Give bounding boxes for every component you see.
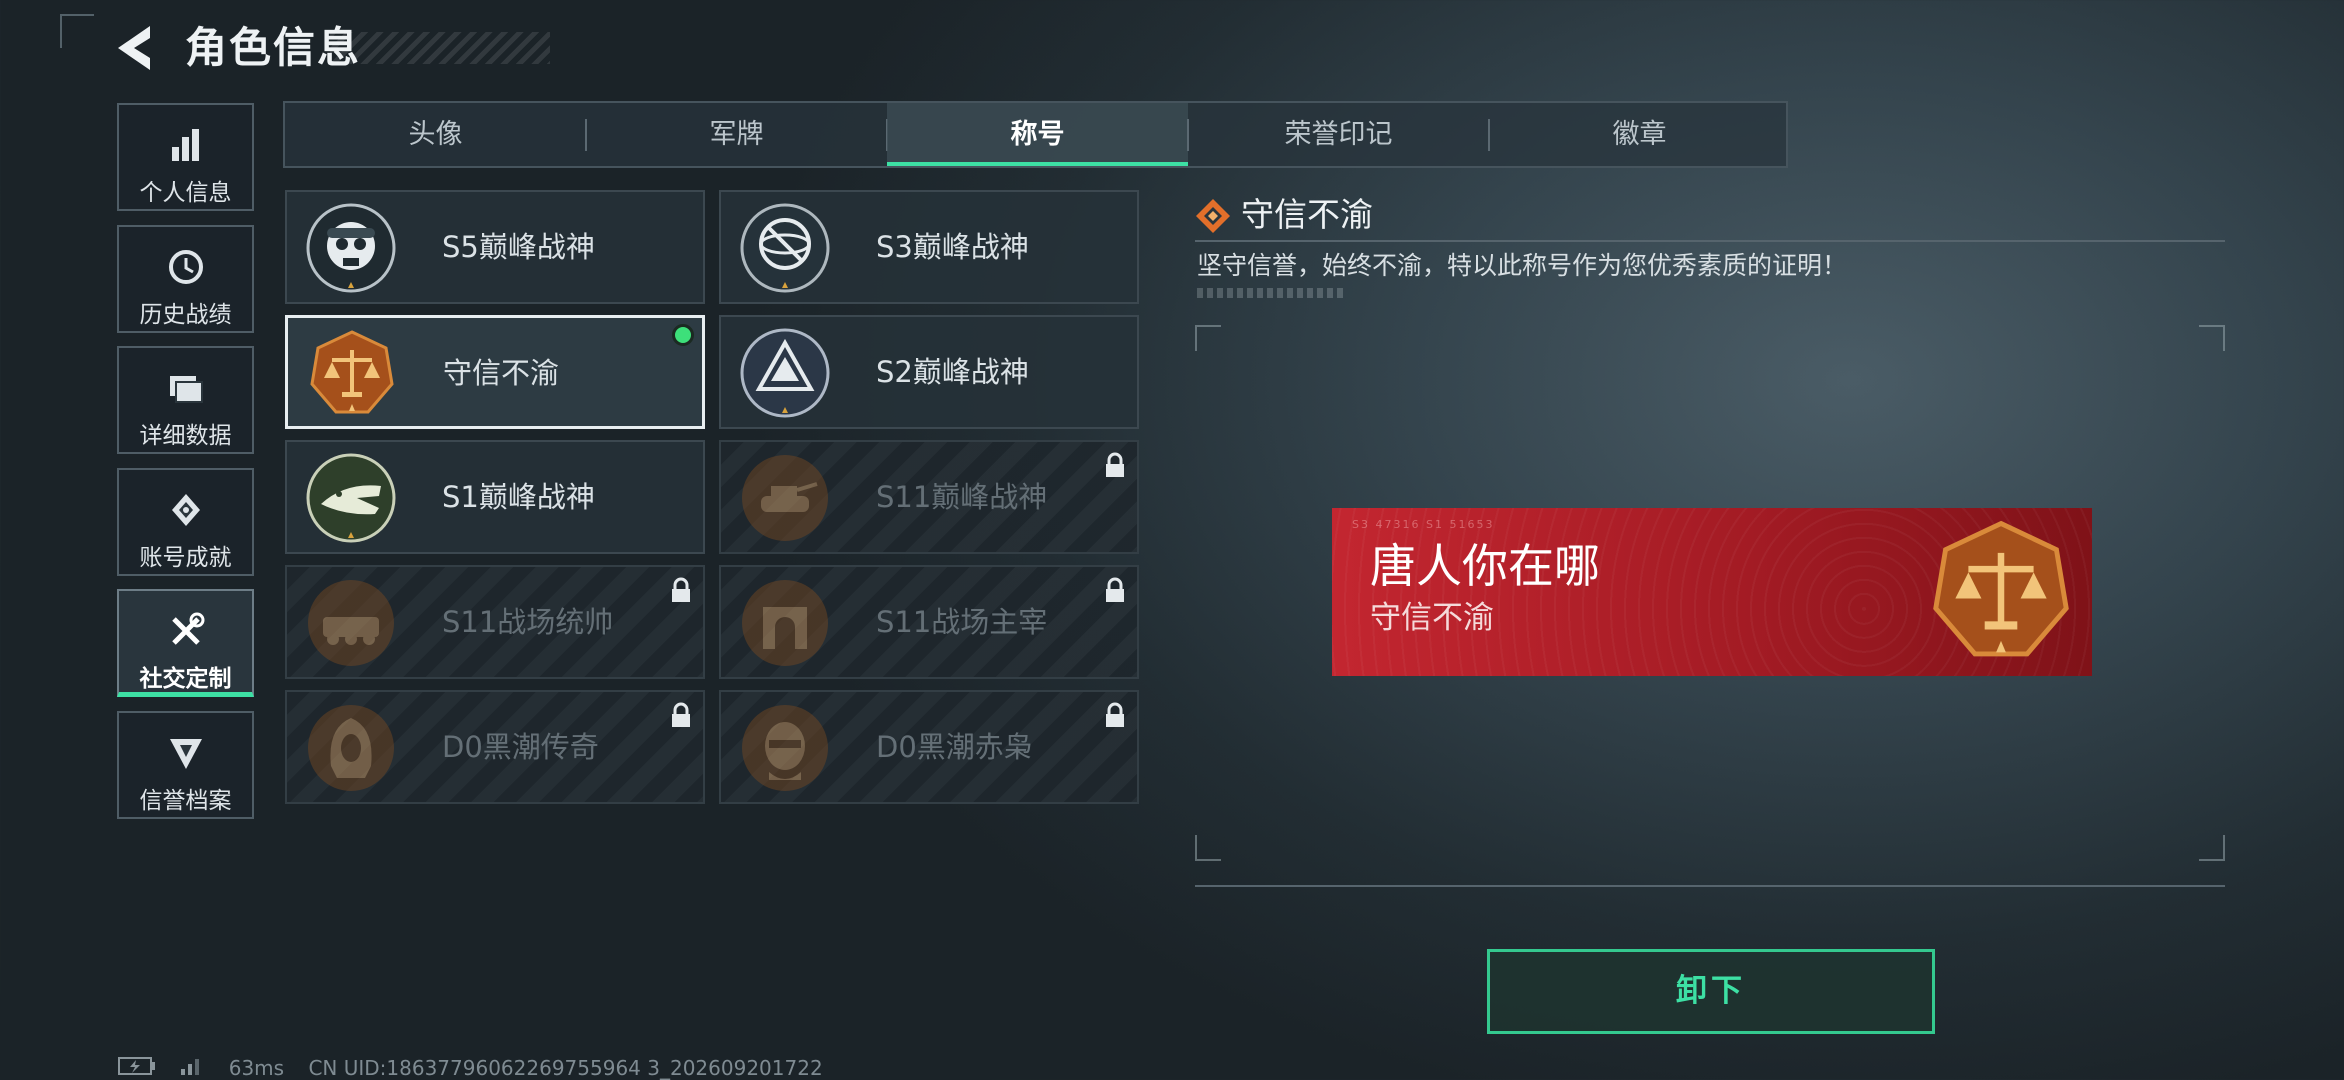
sidebar-item-label: 账号成就 (139, 545, 232, 571)
back-button[interactable] (112, 22, 164, 74)
title-name: S11巅峰战神 (876, 480, 1048, 514)
sidebar-item-social-custom[interactable]: 社交定制 (117, 589, 254, 697)
sidebar-item-label: 信誉档案 (139, 788, 232, 814)
lock-icon (1103, 577, 1127, 603)
tools-icon (171, 612, 204, 645)
scales-emblem-icon (306, 328, 398, 420)
sidebar-item-label: 个人信息 (139, 180, 232, 206)
scales-emblem-icon (1926, 516, 2076, 668)
preview-frame-corner (1195, 835, 1221, 861)
title-preview-banner: S3 47316 S1 51653 唐人你在哪 守信不渝 (1332, 508, 2092, 676)
skull-emblem-icon (305, 202, 397, 294)
preview-frame-corner (2199, 325, 2225, 351)
diamond-title-icon (1195, 198, 1231, 234)
title-name: D0黑潮赤枭 (876, 730, 1033, 764)
detail-title: 守信不渝 (1241, 195, 1373, 234)
title-card[interactable]: S2巅峰战神 (719, 315, 1139, 429)
tab-honor-mark[interactable]: 荣誉印记 (1188, 103, 1489, 166)
title-card[interactable]: S5巅峰战神 (285, 190, 705, 304)
tab-title[interactable]: 称号 (887, 103, 1188, 166)
title-name: S11战场统帅 (442, 605, 614, 639)
tab-avatar[interactable]: 头像 (285, 103, 586, 166)
chevron-left-icon (118, 26, 150, 70)
sidebar-item-personal-info[interactable]: 个人信息 (117, 103, 254, 211)
lock-icon (1103, 452, 1127, 478)
pyramid-emblem-icon (739, 327, 831, 419)
sidebar-item-label: 历史战绩 (139, 302, 232, 328)
signal-icon (180, 1056, 204, 1080)
detail-description: 坚守信誉，始终不渝，特以此称号作为您优秀素质的证明！ (1197, 251, 1848, 280)
uid-text: CN UID:18637796062269755964 3_2026092017… (308, 1056, 823, 1080)
tab-bar: 头像 军牌 称号 荣誉印记 徽章 (283, 101, 1788, 168)
banner-code: S3 47316 S1 51653 (1352, 518, 1495, 531)
title-card-locked[interactable]: S11战场统帅 (285, 565, 705, 679)
tab-dogtag[interactable]: 军牌 (586, 103, 887, 166)
title-name: 守信不渝 (443, 356, 560, 390)
lock-icon (669, 577, 693, 603)
title-card-locked[interactable]: D0黑潮传奇 (285, 690, 705, 804)
title-name: S1巅峰战神 (442, 480, 595, 514)
preview-frame-corner (1195, 325, 1221, 351)
equipped-indicator-icon (672, 324, 694, 346)
title-name: S11战场主宰 (876, 605, 1048, 639)
masked-figure-emblem-icon (739, 702, 831, 794)
achievement-badge-icon (171, 494, 200, 526)
title-name: S3巅峰战神 (876, 230, 1029, 264)
title-card[interactable]: S3巅峰战神 (719, 190, 1139, 304)
tank-emblem-icon (739, 452, 831, 544)
title-decoration (330, 32, 550, 64)
banner-title: 守信不渝 (1370, 600, 1494, 636)
title-name: S2巅峰战神 (876, 355, 1029, 389)
sidebar-item-label: 详细数据 (139, 423, 232, 449)
sidebar-item-detailed-data[interactable]: 详细数据 (117, 346, 254, 454)
lock-icon (1103, 702, 1127, 728)
status-bar: 63ms CN UID:18637796062269755964 3_20260… (118, 1055, 841, 1080)
folder-icon (169, 376, 203, 403)
globe-emblem-icon (739, 202, 831, 294)
banner-player-name: 唐人你在哪 (1370, 539, 1600, 593)
title-card-locked[interactable]: S11巅峰战神 (719, 440, 1139, 554)
armored-vehicle-emblem-icon (305, 577, 397, 669)
arch-emblem-icon (739, 577, 831, 669)
crocodile-emblem-icon (305, 452, 397, 544)
sidebar-item-label: 社交定制 (139, 666, 232, 692)
unequip-button[interactable]: 卸下 (1487, 949, 1935, 1034)
title-name: D0黑潮传奇 (442, 730, 599, 764)
sidebar-item-credit-record[interactable]: 信誉档案 (117, 711, 254, 819)
title-card[interactable]: S1巅峰战神 (285, 440, 705, 554)
corner-decoration (60, 14, 94, 48)
credit-emblem-icon (169, 739, 202, 769)
detail-header: 守信不渝 (1195, 190, 2225, 240)
history-clock-icon (168, 250, 203, 284)
sidebar-item-history[interactable]: 历史战绩 (117, 225, 254, 333)
title-name: S5巅峰战神 (442, 230, 595, 264)
hooded-figure-emblem-icon (305, 702, 397, 794)
title-card-selected[interactable]: 守信不渝 (285, 315, 705, 429)
battery-icon (118, 1056, 156, 1080)
ping-value: 63ms (228, 1056, 285, 1080)
decorative-barcode (1197, 288, 1347, 298)
page-title: 角色信息 (185, 23, 362, 72)
divider (1195, 240, 2225, 242)
lock-icon (669, 702, 693, 728)
preview-frame-corner (2199, 835, 2225, 861)
title-card-locked[interactable]: D0黑潮赤枭 (719, 690, 1139, 804)
bar-chart-icon (171, 129, 199, 161)
tab-badge[interactable]: 徽章 (1489, 103, 1790, 166)
title-card-locked[interactable]: S11战场主宰 (719, 565, 1139, 679)
divider (1195, 885, 2225, 887)
sidebar-item-achievements[interactable]: 账号成就 (117, 468, 254, 576)
